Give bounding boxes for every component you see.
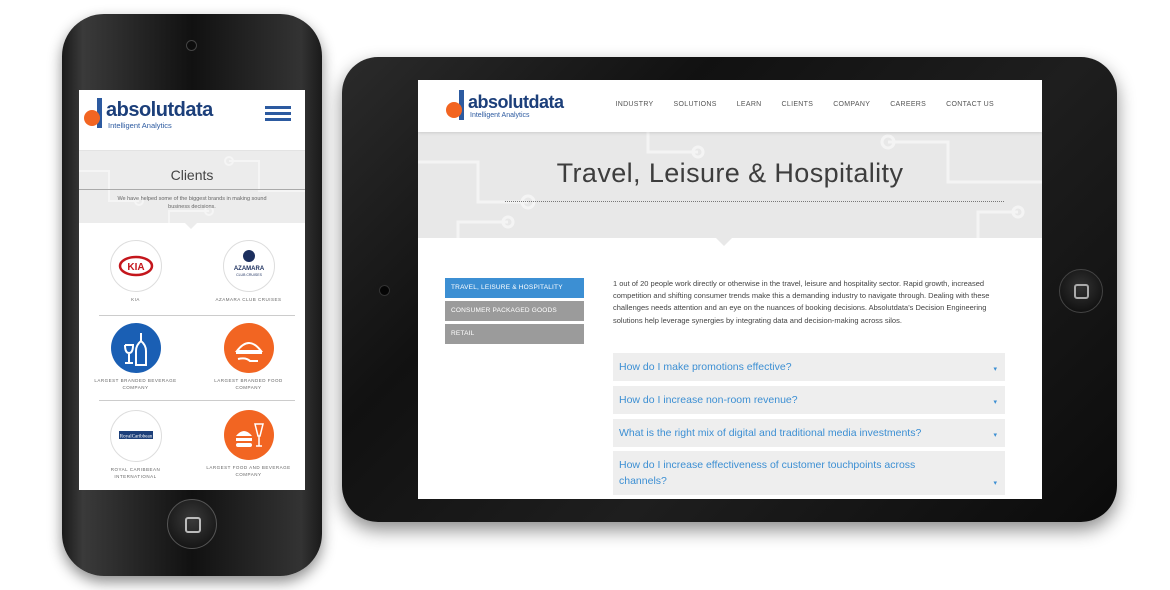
client-caption: LARGEST BRANDED FOOD COMPANY: [214, 378, 283, 390]
client-card-food[interactable]: LARGEST BRANDED FOOD COMPANY: [192, 323, 305, 391]
sidebar-item-travel[interactable]: TRAVEL, LEISURE & HOSPITALITY: [445, 278, 584, 298]
svg-text:CLUB CRUISES: CLUB CRUISES: [236, 273, 263, 277]
burger-drink-icon: [223, 410, 274, 460]
phone-screen: absolutdata Intelligent Analytics Client…: [79, 90, 305, 490]
logo-mark-icon: [446, 90, 466, 120]
hero-banner: Travel, Leisure & Hospitality: [418, 132, 1042, 246]
royal-caribbean-logo: RoyalCaribbean: [109, 410, 162, 462]
serving-hand-icon: [223, 323, 274, 373]
hero-notch: [716, 238, 732, 246]
phone-camera: [186, 40, 197, 51]
client-card-beverage[interactable]: LARGEST BRANDED BEVERAGE COMPANY: [79, 323, 192, 391]
nav-learn[interactable]: LEARN: [737, 101, 762, 108]
page-title: Travel, Leisure & Hospitality: [556, 158, 904, 188]
client-caption: LARGEST BRANDED BEVERAGE COMPANY: [94, 378, 177, 390]
accordion-item[interactable]: How do I increase non-room revenue? ▾: [613, 386, 1005, 414]
phone-header: absolutdata Intelligent Analytics: [79, 90, 305, 151]
accordion-question: How do I make promotions effective?: [619, 361, 792, 373]
client-caption: AZAMARA CLUB CRUISES: [215, 297, 282, 302]
nav-contact-us[interactable]: CONTACT US: [946, 101, 994, 108]
accordion-item[interactable]: How do I make promotions effective? ▾: [613, 353, 1005, 381]
client-card-kia[interactable]: KIA KIA: [79, 240, 192, 303]
kia-logo: KIA: [109, 240, 162, 292]
site-header: absolutdata Intelligent Analytics INDUST…: [418, 80, 1042, 132]
brand-logo[interactable]: absolutdata Intelligent Analytics: [84, 98, 213, 130]
client-caption: ROYAL CARIBBEAN INTERNATIONAL: [110, 467, 161, 479]
circuit-pattern: [79, 156, 305, 223]
logo-tagline: Intelligent Analytics: [470, 112, 530, 119]
page-subtitle: We have helped some of the biggest brand…: [117, 196, 267, 210]
logo-tagline: Intelligent Analytics: [108, 121, 172, 130]
client-card-azamara[interactable]: AZAMARA CLUB CRUISES AZAMARA CLUB CRUISE…: [192, 240, 305, 303]
client-caption: LARGEST FOOD AND BEVERAGE COMPANY: [206, 465, 291, 477]
caret-down-icon: ▾: [993, 480, 997, 487]
caret-down-icon: ▾: [993, 432, 997, 439]
tablet-screen: absolutdata Intelligent Analytics INDUST…: [418, 80, 1042, 499]
title-divider: [79, 189, 305, 190]
nav-solutions[interactable]: SOLUTIONS: [674, 101, 717, 108]
wine-bottle-icon: [110, 323, 161, 373]
nav-careers[interactable]: CAREERS: [890, 101, 926, 108]
logo-wordmark: absolutdata: [468, 92, 564, 112]
title-divider: [505, 201, 1004, 202]
tablet-home-button[interactable]: [1059, 269, 1103, 313]
svg-text:KIA: KIA: [127, 262, 144, 273]
sidebar-item-retail[interactable]: RETAIL: [445, 324, 584, 344]
sidebar-item-cpg[interactable]: CONSUMER PACKAGED GOODS: [445, 301, 584, 321]
nav-industry[interactable]: INDUSTRY: [615, 101, 653, 108]
nav-company[interactable]: COMPANY: [833, 101, 870, 108]
client-card-food-beverage[interactable]: LARGEST FOOD AND BEVERAGE COMPANY: [192, 410, 305, 478]
grid-divider: [99, 400, 295, 401]
svg-text:RoyalCaribbean: RoyalCaribbean: [119, 435, 152, 440]
accordion-question: How do I increase non-room revenue?: [619, 394, 798, 406]
phone-hero: Clients We have helped some of the bigge…: [79, 151, 305, 229]
brand-logo[interactable]: absolutdata Intelligent Analytics: [446, 90, 564, 120]
caret-down-icon: ▾: [993, 366, 997, 373]
grid-divider: [99, 315, 295, 316]
main-nav: INDUSTRY SOLUTIONS LEARN CLIENTS COMPANY…: [595, 101, 994, 108]
hamburger-icon[interactable]: [265, 106, 291, 122]
accordion-question: How do I increase effectiveness of custo…: [619, 459, 916, 487]
logo-wordmark: absolutdata: [106, 99, 213, 121]
tablet-camera: [379, 285, 390, 296]
intro-text: 1 out of 20 people work directly or othe…: [613, 279, 990, 325]
caret-down-icon: ▾: [993, 399, 997, 406]
client-card-royal-caribbean[interactable]: RoyalCaribbean ROYAL CARIBBEAN INTERNATI…: [79, 410, 192, 480]
svg-text:AZAMARA: AZAMARA: [233, 266, 264, 272]
phone-home-button[interactable]: [167, 499, 217, 549]
accordion-item[interactable]: How do I increase effectiveness of custo…: [613, 451, 1005, 495]
industry-sidebar: TRAVEL, LEISURE & HOSPITALITY CONSUMER P…: [445, 278, 584, 347]
hero-notch: [185, 223, 197, 229]
page-title: Clients: [170, 167, 214, 183]
nav-clients[interactable]: CLIENTS: [782, 101, 814, 108]
accordion-question: What is the right mix of digital and tra…: [619, 427, 922, 439]
accordion-item[interactable]: What is the right mix of digital and tra…: [613, 419, 1005, 447]
azamara-logo: AZAMARA CLUB CRUISES: [222, 240, 275, 292]
logo-mark-icon: [84, 98, 104, 128]
client-caption: KIA: [131, 297, 140, 302]
